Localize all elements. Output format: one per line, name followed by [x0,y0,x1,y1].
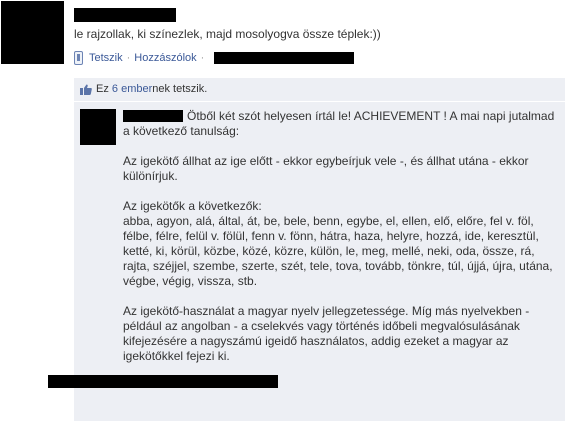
separator-dot: · [126,52,131,64]
comment: Ötből két szót helyesen írtál le! ACHIEV… [80,105,559,421]
poster-name-redacted[interactable] [74,8,176,22]
comment-paragraph: Az igekötő-használat a magyar nyelv jell… [123,304,530,363]
poster-avatar[interactable] [1,1,64,64]
thumbs-up-icon [80,84,92,95]
separator-dot: · [200,52,205,64]
comment-paragraph: Az igekötők a következők: abba, agyon, a… [123,199,553,288]
comments-box: Ez 6 ember nek tetszik. Ötből két szót he… [74,78,565,421]
comment-body: Ötből két szót helyesen írtál le! ACHIEV… [123,109,555,364]
likes-row: Ez 6 ember nek tetszik. [80,82,207,96]
comment-paragraph: Az igekötő állhat az ige előtt - ekkor e… [123,154,529,183]
post-text: le rajzollak, ki színezlek, majd mosolyo… [74,27,381,41]
commenter-name-redacted[interactable] [123,110,183,122]
commenter-avatar[interactable] [80,109,116,145]
likes-suffix: nek tetszik. [152,83,208,95]
likes-prefix: Ez [96,83,109,95]
comment-footer-redacted [48,375,278,388]
comment-paragraph: Ötből két szót helyesen írtál le! ACHIEV… [123,109,555,139]
like-link[interactable]: Tetszik [89,52,123,64]
divider [74,101,565,102]
timestamp-redacted [214,52,355,64]
post-action-row: Tetszik · Hozzászólok · [74,50,355,66]
comment-link[interactable]: Hozzászólok [134,52,196,64]
likers-link[interactable]: 6 ember [112,83,152,95]
mobile-phone-icon [74,51,83,65]
comment-intro: Ötből két szót helyesen írtál le! ACHIEV… [123,109,555,138]
